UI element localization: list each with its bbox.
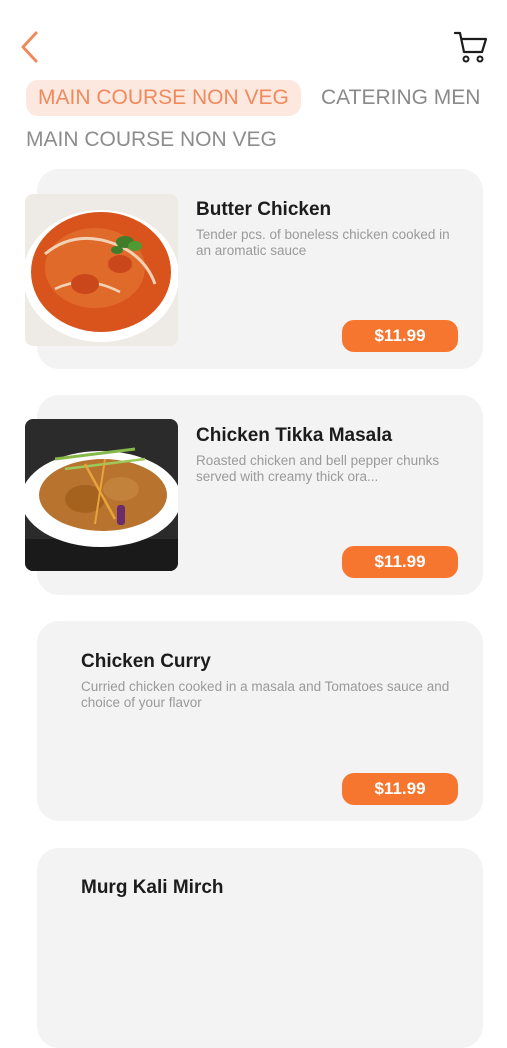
shopping-cart-icon [453, 31, 488, 63]
price-button[interactable]: $11.99 [342, 546, 458, 578]
item-name: Murg Kali Mirch [81, 877, 224, 898]
section-title: MAIN COURSE NON VEG [26, 128, 277, 151]
item-name: Chicken Tikka Masala [196, 425, 393, 446]
item-name: Chicken Curry [81, 651, 211, 672]
item-description: Curried chicken cooked in a masala and T… [81, 679, 450, 710]
item-name: Butter Chicken [196, 199, 332, 220]
tab-catering-menu[interactable]: CATERING MEN [321, 80, 480, 116]
item-description: Tender pcs. of boneless chicken cooked i… [196, 227, 450, 258]
chevron-left-icon [21, 31, 38, 63]
category-tabs: MAIN COURSE NON VEG CATERING MEN [0, 80, 487, 116]
price-button[interactable]: $11.99 [342, 773, 458, 805]
chicken-tikka-masala-image [25, 419, 178, 571]
back-button[interactable] [14, 30, 46, 66]
tab-main-course-non-veg[interactable]: MAIN COURSE NON VEG [26, 80, 301, 116]
butter-chicken-image [25, 194, 178, 346]
price-button[interactable]: $11.99 [342, 320, 458, 352]
cart-button[interactable] [452, 28, 490, 66]
item-description: Roasted chicken and bell pepper chunks s… [196, 453, 440, 484]
app-header [0, 0, 507, 80]
